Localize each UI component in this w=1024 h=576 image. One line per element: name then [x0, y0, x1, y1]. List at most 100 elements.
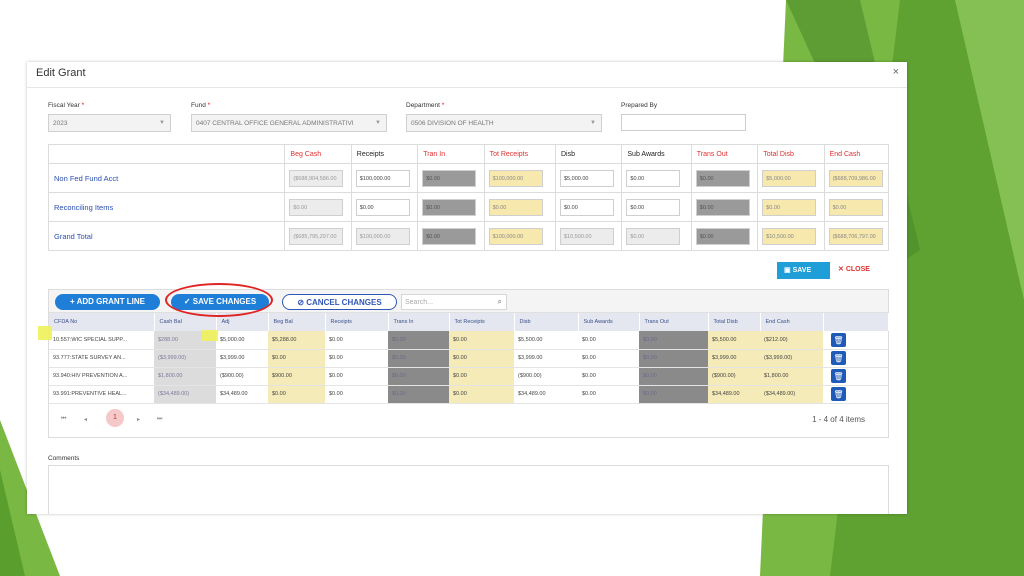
summary-cell: $0.00	[828, 198, 883, 216]
cancel-icon: ⊘	[297, 298, 305, 307]
trash-icon[interactable]: 🗑	[831, 387, 846, 401]
title-divider	[27, 87, 907, 88]
grid-cell: $0.00	[388, 367, 449, 386]
trash-icon[interactable]: 🗑	[831, 369, 846, 383]
grid-cell: $1,800.00	[154, 367, 216, 386]
grid-cell[interactable]: ($900.00)	[216, 367, 268, 386]
chevron-down-icon: ▼	[590, 120, 596, 126]
summary-cell[interactable]: $0.00	[560, 198, 614, 216]
pager-info: 1 - 4 of 4 items	[812, 415, 865, 424]
grid-cell: $0.00	[639, 367, 708, 386]
grid-cell: $0.00	[388, 331, 449, 350]
summary-cell: ($688,706,797.00	[828, 227, 883, 245]
close-button[interactable]: ✕ CLOSE	[838, 265, 870, 273]
summary-cell[interactable]: $0.00	[626, 198, 681, 216]
grid-cell: $0.00	[639, 331, 708, 350]
grid-cell[interactable]: 93.777:STATE SURVEY AN...	[49, 349, 154, 368]
summary-cell: $100,000.00	[488, 169, 543, 187]
grid-header[interactable]: Beg Bal	[268, 313, 326, 331]
cancel-changes-button[interactable]: ⊘ CANCEL CHANGES	[282, 294, 397, 310]
summary-cell: $0.00	[488, 198, 543, 216]
search-input[interactable]: Search... ⌕	[401, 294, 507, 310]
fund-select[interactable]: 0407 CENTRAL OFFICE GENERAL ADMINISTRATI…	[191, 114, 387, 132]
table-row: 10.557:WIC SPECIAL SUPP... $288.00 $5,00…	[49, 331, 888, 350]
grid-header[interactable]: Tot Receipts	[449, 313, 515, 331]
grid-cell: $5,288.00	[268, 331, 325, 350]
prepared-by-input[interactable]	[621, 114, 746, 131]
chevron-down-icon: ▼	[375, 120, 381, 126]
prepared-by-label: Prepared By	[621, 102, 658, 109]
grid-header[interactable]: End Cash	[760, 313, 824, 331]
summary-cell: $100,000.00	[488, 227, 543, 245]
summary-row-label: Reconciling Items	[47, 192, 286, 222]
grid-header[interactable]: Sub Awards	[578, 313, 640, 331]
grant-lines-table: CFDA No Cash Bal Adj Beg Bal Receipts Tr…	[49, 313, 889, 404]
grid-header[interactable]: Trans Out	[639, 313, 709, 331]
grid-cell[interactable]: $0.00	[578, 331, 639, 350]
trash-icon[interactable]: 🗑	[831, 332, 846, 347]
summary-cell[interactable]: $100,000.00	[355, 169, 410, 187]
summary-cell: $0.00	[695, 169, 750, 187]
grid-header-actions	[823, 313, 889, 331]
summary-row-label: Non Fed Fund Acct	[47, 163, 286, 193]
last-page-icon[interactable]: ⏭	[157, 416, 162, 423]
save-button[interactable]: ▣ SAVE	[777, 262, 830, 279]
summary-cell: ($688,709,986.00	[828, 169, 883, 187]
grid-header[interactable]: Receipts	[325, 313, 389, 331]
grid-cell[interactable]: $0.00	[325, 349, 388, 368]
grid-cell[interactable]: $3,999.00	[514, 349, 578, 368]
grid-cell[interactable]: $3,999.00	[216, 349, 268, 368]
grid-cell[interactable]: 10.557:WIC SPECIAL SUPP...	[49, 331, 154, 350]
grid-cell: $3,999.00	[708, 349, 760, 368]
grid-cell[interactable]: 93.940:HIV PREVENTION A...	[49, 367, 154, 386]
save-icon: ▣	[784, 267, 791, 274]
summary-cell[interactable]: $5,000.00	[560, 169, 614, 187]
grid-cell[interactable]: $0.00	[325, 331, 388, 350]
close-x-icon: ✕	[838, 266, 844, 273]
summary-cell: $10,500.00	[762, 227, 817, 245]
comments-textarea[interactable]	[48, 465, 889, 514]
first-page-icon[interactable]: ⏮	[61, 416, 66, 423]
summary-row-label: Grand Total	[47, 221, 286, 251]
trash-icon[interactable]: 🗑	[831, 351, 846, 365]
prev-page-icon[interactable]: ◂	[84, 416, 87, 423]
grid-cell[interactable]: $0.00	[578, 367, 639, 386]
grid-cell: $900.00	[268, 367, 325, 386]
summary-row: Reconciling Items $0.00 $0.00 $0.00 $0.0…	[47, 192, 890, 222]
table-row: 93.777:STATE SURVEY AN... ($3,999.00) $3…	[49, 349, 888, 368]
summary-cell[interactable]: $0.00	[626, 169, 681, 187]
fiscal-year-label: Fiscal Year *	[48, 102, 85, 109]
grid-cell[interactable]: ($900.00)	[514, 367, 578, 386]
grid-cell: $5,500.00	[708, 331, 760, 350]
summary-header: Tot Receipts	[483, 144, 557, 164]
grid-cell[interactable]: $0.00	[578, 349, 639, 368]
summary-cell: ($685,795,297.00	[289, 227, 344, 245]
grid-cell[interactable]: $5,000.00	[216, 331, 268, 350]
summary-cell: $0.00	[422, 227, 477, 245]
grid-cell: $0.00	[449, 367, 514, 386]
summary-header: Disb	[554, 144, 623, 164]
grid-cell: $0.00	[639, 349, 708, 368]
summary-cell[interactable]: $0.00	[355, 198, 410, 216]
current-page[interactable]: 1	[106, 409, 124, 427]
next-page-icon[interactable]: ▸	[137, 416, 140, 423]
grant-lines-grid: + ADD GRANT LINE ✓ SAVE CHANGES ⊘ CANCEL…	[48, 289, 889, 438]
grid-cell[interactable]: $5,500.00	[514, 331, 578, 350]
add-grant-line-button[interactable]: + ADD GRANT LINE	[55, 294, 160, 310]
grid-header[interactable]: Disb	[514, 313, 579, 331]
grid-cell: ($3,999.00)	[154, 349, 216, 368]
chevron-down-icon: ▼	[159, 120, 165, 126]
grid-header[interactable]: CFDA No	[49, 313, 155, 331]
grid-cell: ($900.00)	[708, 367, 760, 386]
grid-cell: $1,800.00	[760, 367, 823, 386]
department-select[interactable]: 0506 DIVISION OF HEALTH ▼	[406, 114, 602, 132]
grid-header[interactable]: Total Disb	[708, 313, 761, 331]
highlight-marker	[38, 326, 52, 340]
fiscal-year-select[interactable]: 2023 ▼	[48, 114, 171, 132]
summary-header: Trans Out	[690, 144, 759, 164]
grid-header[interactable]: Trans In	[388, 313, 450, 331]
summary-header-blank	[47, 144, 286, 164]
summary-cell: $0.00	[695, 198, 750, 216]
close-icon[interactable]: ×	[893, 66, 899, 78]
grid-cell[interactable]: $0.00	[325, 367, 388, 386]
